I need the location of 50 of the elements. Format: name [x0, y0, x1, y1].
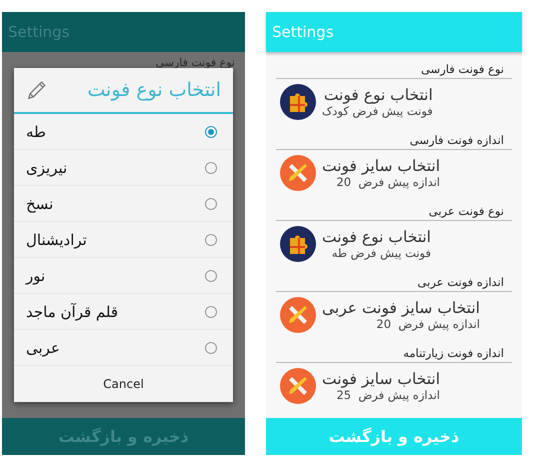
- font-option[interactable]: ترادیشنال: [14, 222, 233, 258]
- setting-item[interactable]: انتخاب سایز فونت اندازه پیش فرض 20: [276, 150, 512, 196]
- section-header: نوع فونت عربی: [428, 204, 504, 218]
- radio-button[interactable]: [205, 162, 217, 174]
- font-option[interactable]: طه: [14, 114, 233, 150]
- puzzle-icon: [280, 84, 316, 120]
- option-label: طه: [26, 122, 46, 140]
- option-label: ترادیشنال: [26, 230, 87, 248]
- section-header: نوع فونت فارسی: [420, 62, 504, 76]
- section-header: اندازه فونت زیارتنامه: [403, 346, 504, 360]
- setting-item[interactable]: انتخاب سایز فونت اندازه پیش فرض 25: [276, 363, 512, 409]
- option-label: نیریزی: [26, 158, 68, 176]
- puzzle-icon: [280, 226, 316, 262]
- ruler-pencil-icon: [280, 297, 316, 333]
- font-option[interactable]: قلم قرآن ماجد: [14, 294, 233, 330]
- cancel-button[interactable]: Cancel: [14, 366, 233, 402]
- setting-item[interactable]: انتخاب سایز فونت عربی اندازه پیش فرض 20: [276, 292, 512, 338]
- ruler-pencil-icon: [280, 368, 316, 404]
- radio-button[interactable]: [205, 306, 217, 318]
- font-option[interactable]: نسخ: [14, 186, 233, 222]
- font-option[interactable]: نور: [14, 258, 233, 294]
- setting-subtitle: اندازه پیش فرض 20: [336, 175, 440, 189]
- radio-button[interactable]: [205, 234, 217, 246]
- setting-subtitle: فونت پیش فرض کودک: [322, 104, 433, 118]
- setting-title: انتخاب نوع فونت: [322, 228, 431, 246]
- option-label: عربی: [26, 338, 60, 356]
- radio-button[interactable]: [205, 198, 217, 210]
- radio-button[interactable]: [205, 342, 217, 354]
- font-option[interactable]: نیریزی: [14, 150, 233, 186]
- radio-button[interactable]: [205, 126, 217, 138]
- radio-button[interactable]: [205, 270, 217, 282]
- setting-subtitle: فونت پیش فرض طه: [332, 246, 431, 260]
- setting-title: انتخاب سایز فونت: [322, 157, 440, 175]
- setting-subtitle: اندازه پیش فرض 20: [376, 317, 480, 331]
- setting-item[interactable]: انتخاب نوع فونت فونت پیش فرض طه: [276, 221, 512, 267]
- dialog-title: انتخاب نوع فونت: [87, 79, 221, 101]
- font-option[interactable]: عربی: [14, 330, 233, 366]
- option-label: قلم قرآن ماجد: [26, 302, 118, 320]
- setting-subtitle: اندازه پیش فرض 25: [336, 388, 440, 402]
- app-bar-title: Settings: [272, 23, 334, 41]
- pencil-icon: [26, 79, 48, 101]
- setting-title: انتخاب نوع فونت: [324, 86, 433, 104]
- ruler-pencil-icon: [280, 155, 316, 191]
- setting-title: انتخاب سایز فونت: [322, 370, 440, 388]
- option-label: نور: [26, 266, 46, 284]
- setting-item[interactable]: انتخاب نوع فونت فونت پیش فرض کودک: [276, 79, 512, 125]
- section-header: اندازه فونت فارسی: [410, 133, 504, 147]
- setting-title: انتخاب سایز فونت عربی: [322, 299, 480, 317]
- section-header: اندازه فونت عربی: [418, 275, 504, 289]
- option-label: نسخ: [26, 194, 54, 212]
